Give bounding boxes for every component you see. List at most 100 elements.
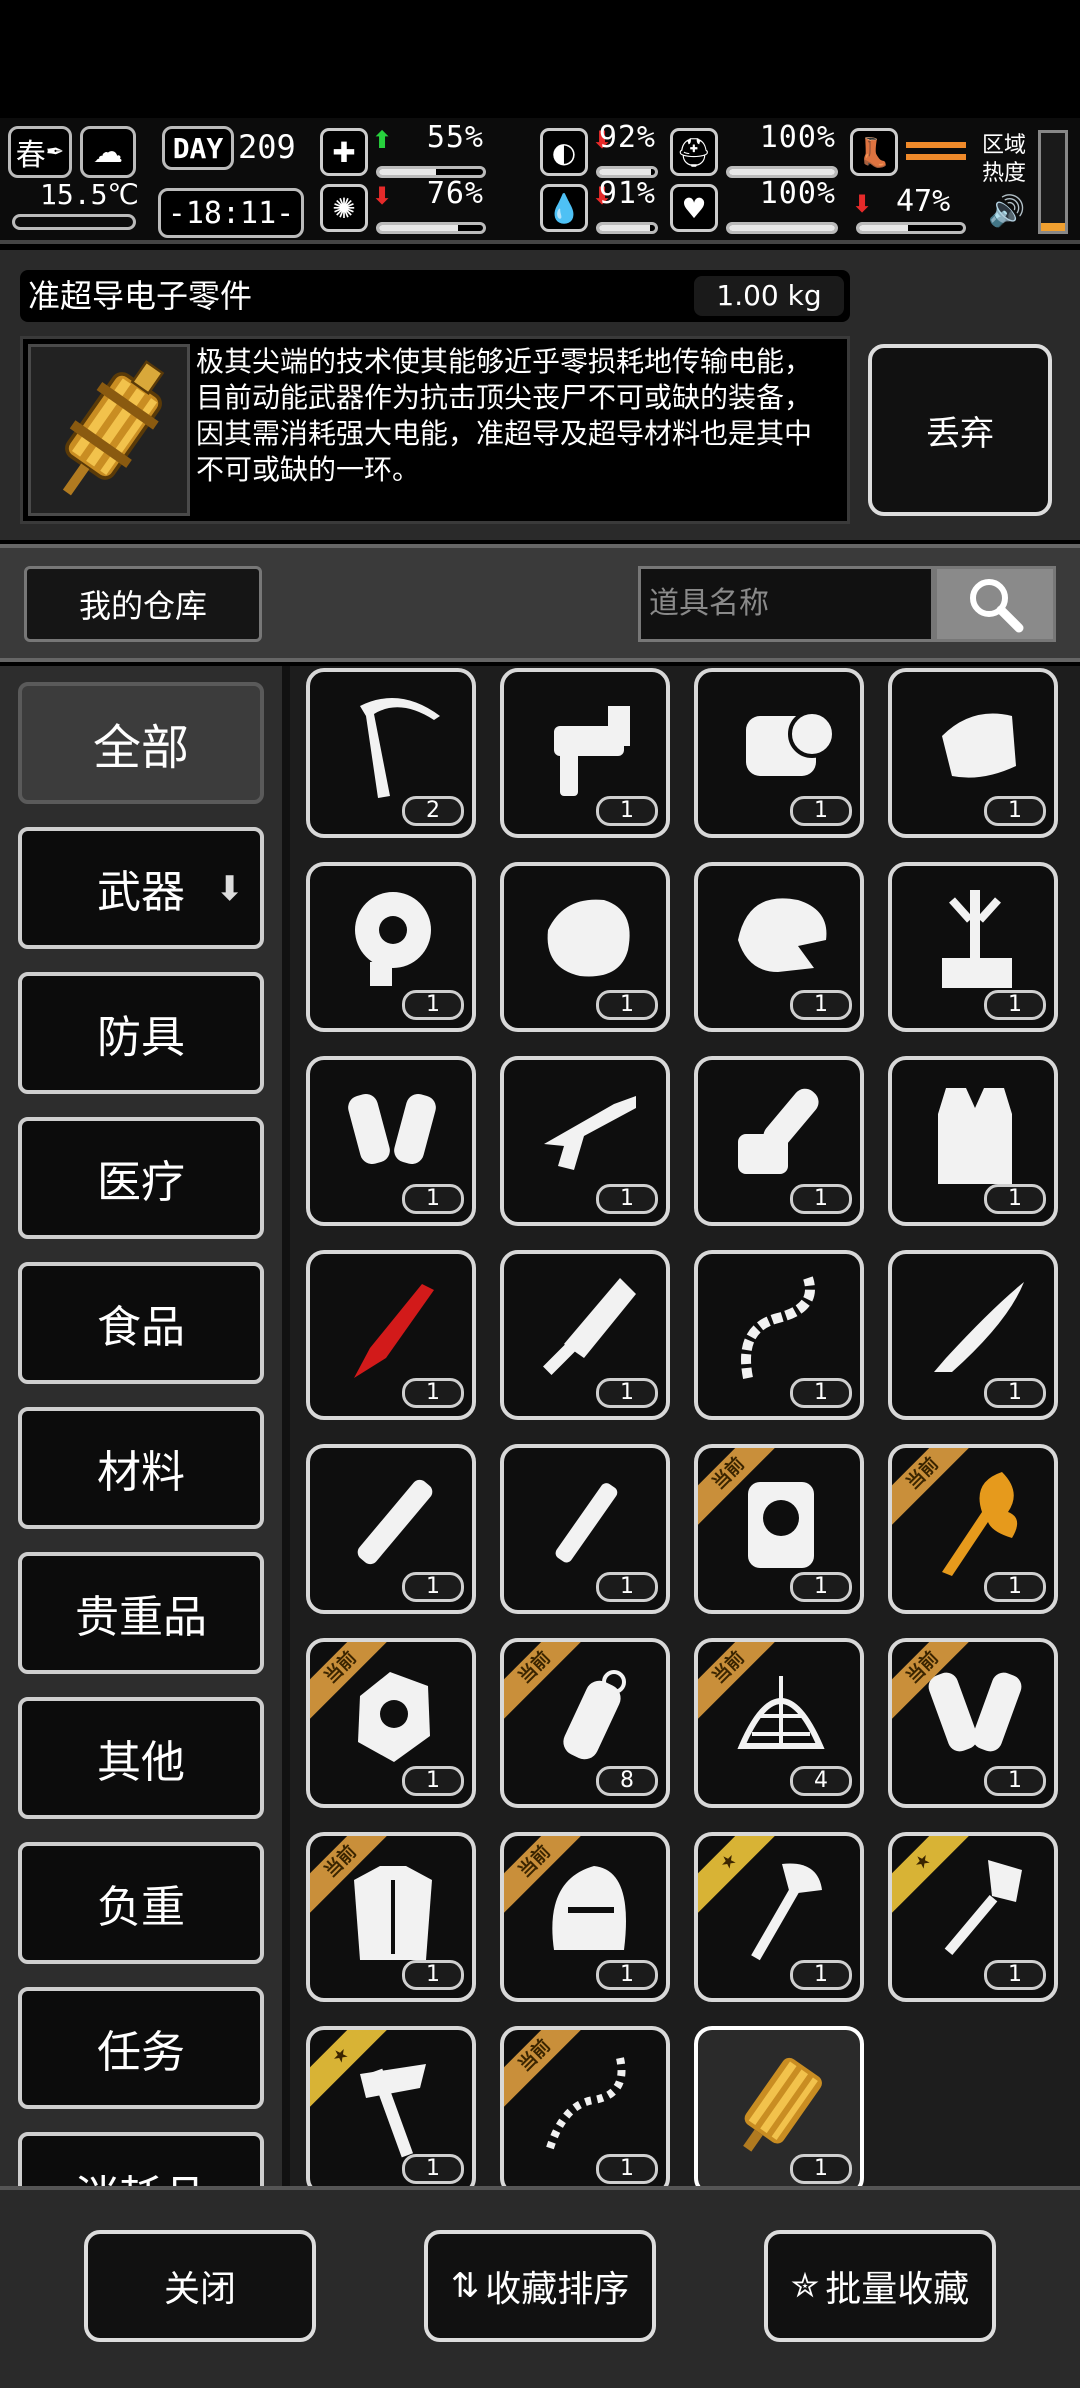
inventory-slot[interactable]: ★ 1: [694, 1832, 864, 2002]
inventory-slot[interactable]: 1: [694, 668, 864, 838]
category-5[interactable]: 材料: [18, 1407, 264, 1529]
item-grid[interactable]: 2 1 1 1 1 1 1 1 1 1 1 1 1 1 1 1 1 1 当前 1 当前 1 当前 1 当前 8 当前 4 当前 1 当前 1 当…: [300, 660, 1060, 2186]
inventory-slot[interactable]: 1: [306, 862, 476, 1032]
item-count: 1: [984, 990, 1046, 1020]
inventory-slot[interactable]: 1: [306, 1056, 476, 1226]
cylinder-tube-icon: [555, 1483, 618, 1563]
hunger-value: 92%: [598, 120, 656, 155]
inventory-slot[interactable]: 1: [306, 1250, 476, 1420]
inventory-slot[interactable]: 当前 1: [500, 1832, 670, 2002]
category-10[interactable]: 消耗品: [18, 2132, 264, 2186]
inventory-slot[interactable]: 1: [500, 1250, 670, 1420]
chainsaw-icon: [738, 1088, 819, 1174]
item-count: 1: [790, 1960, 852, 1990]
item-count: 1: [402, 1184, 464, 1214]
inventory-slot[interactable]: 1: [694, 2026, 864, 2186]
batch-favorite-button[interactable]: ✮ 批量收藏: [764, 2230, 996, 2342]
search-button[interactable]: [934, 566, 1056, 642]
category-list: 全部武器 ⬇ 防具医疗食品材料贵重品其他负重任务消耗品: [18, 682, 264, 2186]
trend-up-icon: ⬆: [372, 126, 393, 154]
category-panel: 全部武器 ⬇ 防具医疗食品材料贵重品其他负重任务消耗品: [0, 666, 282, 2186]
inventory-slot[interactable]: 1: [888, 1056, 1058, 1226]
item-count: 1: [596, 1184, 658, 1214]
inventory-slot[interactable]: 当前 1: [694, 1444, 864, 1614]
inventory-slot[interactable]: 1: [500, 668, 670, 838]
item-count: 1: [402, 2154, 464, 2184]
item-count: 2: [402, 796, 464, 826]
inventory-slot[interactable]: ★ 1: [306, 2026, 476, 2186]
inventory-slot[interactable]: 1: [888, 668, 1058, 838]
water-drop-icon: 💧: [540, 184, 588, 232]
swap-arrows-icon: ⇅: [450, 2266, 480, 2306]
item-count: 1: [790, 2154, 852, 2184]
inventory-slot[interactable]: 1: [888, 862, 1058, 1032]
category-4[interactable]: 食品: [18, 1262, 264, 1384]
category-3[interactable]: 医疗: [18, 1117, 264, 1239]
item-count: 1: [790, 1378, 852, 1408]
category-7[interactable]: 其他: [18, 1697, 264, 1819]
machete-icon: [934, 1282, 1024, 1372]
clock-text: -18:11-: [167, 195, 295, 231]
red-crystal-blade-icon: [354, 1284, 434, 1378]
status-bar: 春 ✒ ☁ 15.5℃ DAY 209 -18:11- ✚ ⬆ 55% ◐ ⬇ 92% ⛑ 1…: [0, 118, 1080, 244]
speaker-icon[interactable]: 🔊: [988, 194, 1025, 229]
inventory-slot[interactable]: 2: [306, 668, 476, 838]
heart-icon: ♥: [670, 184, 718, 232]
helmet-icon: ⛑: [670, 128, 718, 176]
item-search-input[interactable]: [638, 566, 934, 642]
favorite-sort-button[interactable]: ⇅ 收藏排序: [424, 2230, 656, 2342]
thermometer-icon: [12, 214, 136, 230]
inventory-slot[interactable]: 1: [306, 1444, 476, 1614]
inventory-slot[interactable]: 1: [694, 1250, 864, 1420]
heart-bar: [726, 222, 838, 234]
inventory-slot[interactable]: 当前 1: [306, 1638, 476, 1808]
inventory-slot[interactable]: 当前 1: [500, 2026, 670, 2186]
item-count: 1: [596, 796, 658, 826]
item-count: 1: [984, 1960, 1046, 1990]
item-count: 1: [984, 796, 1046, 826]
tripod-toolbox-icon: [942, 890, 1012, 988]
mood-stat: ✺ ⬇ 76%: [320, 176, 488, 236]
inventory-slot[interactable]: 当前 4: [694, 1638, 864, 1808]
category-label: 消耗品: [75, 2161, 207, 2186]
inventory-slot[interactable]: 1: [694, 1056, 864, 1226]
inventory-slot[interactable]: 1: [500, 1056, 670, 1226]
inventory-slot[interactable]: 1: [694, 862, 864, 1032]
inventory-slot[interactable]: 当前 1: [306, 1832, 476, 2002]
inventory-slot[interactable]: 1: [888, 1250, 1058, 1420]
panel-divider: [282, 666, 290, 2186]
health-stat: ✚ ⬆ 55%: [320, 120, 488, 180]
category-label: 武器: [97, 867, 185, 918]
inventory-slot[interactable]: 1: [500, 1444, 670, 1614]
inventory-slot[interactable]: 当前 8: [500, 1638, 670, 1808]
batch-favorite-label: 批量收藏: [825, 2269, 970, 2310]
category-label: 任务: [97, 2027, 185, 2078]
item-count: 1: [402, 1766, 464, 1796]
item-count: 1: [596, 2154, 658, 2184]
discard-button[interactable]: 丢弃: [868, 344, 1052, 516]
category-label: 其他: [97, 1737, 185, 1788]
inventory-slot[interactable]: 当前 1: [888, 1638, 1058, 1808]
inventory-slot[interactable]: ★ 1: [888, 1832, 1058, 2002]
inventory-slot[interactable]: 当前 1: [888, 1444, 1058, 1614]
favorite-sort-label: 收藏排序: [485, 2269, 630, 2310]
stamina-value: 47%: [896, 184, 951, 219]
category-1[interactable]: 武器 ⬇: [18, 827, 264, 949]
category-2[interactable]: 防具: [18, 972, 264, 1094]
category-6[interactable]: 贵重品: [18, 1552, 264, 1674]
close-button[interactable]: 关闭: [84, 2230, 316, 2342]
category-label: 医疗: [97, 1157, 185, 1208]
trend-down-icon: ⬇: [372, 182, 393, 210]
category-0[interactable]: 全部: [18, 682, 264, 804]
glow-stick-icon: [357, 1479, 433, 1565]
search-icon: [970, 579, 1024, 633]
inventory-slot[interactable]: 1: [500, 862, 670, 1032]
health-value: 55%: [426, 120, 484, 155]
hunger-stat: ◐ ⬇ 92%: [540, 120, 660, 180]
category-label: 食品: [97, 1302, 185, 1353]
category-8[interactable]: 负重: [18, 1842, 264, 1964]
item-count: 1: [596, 1572, 658, 1602]
category-9[interactable]: 任务: [18, 1987, 264, 2109]
shoulder-armor-icon: [942, 713, 1016, 778]
dinosaur-head-icon: [738, 898, 827, 972]
